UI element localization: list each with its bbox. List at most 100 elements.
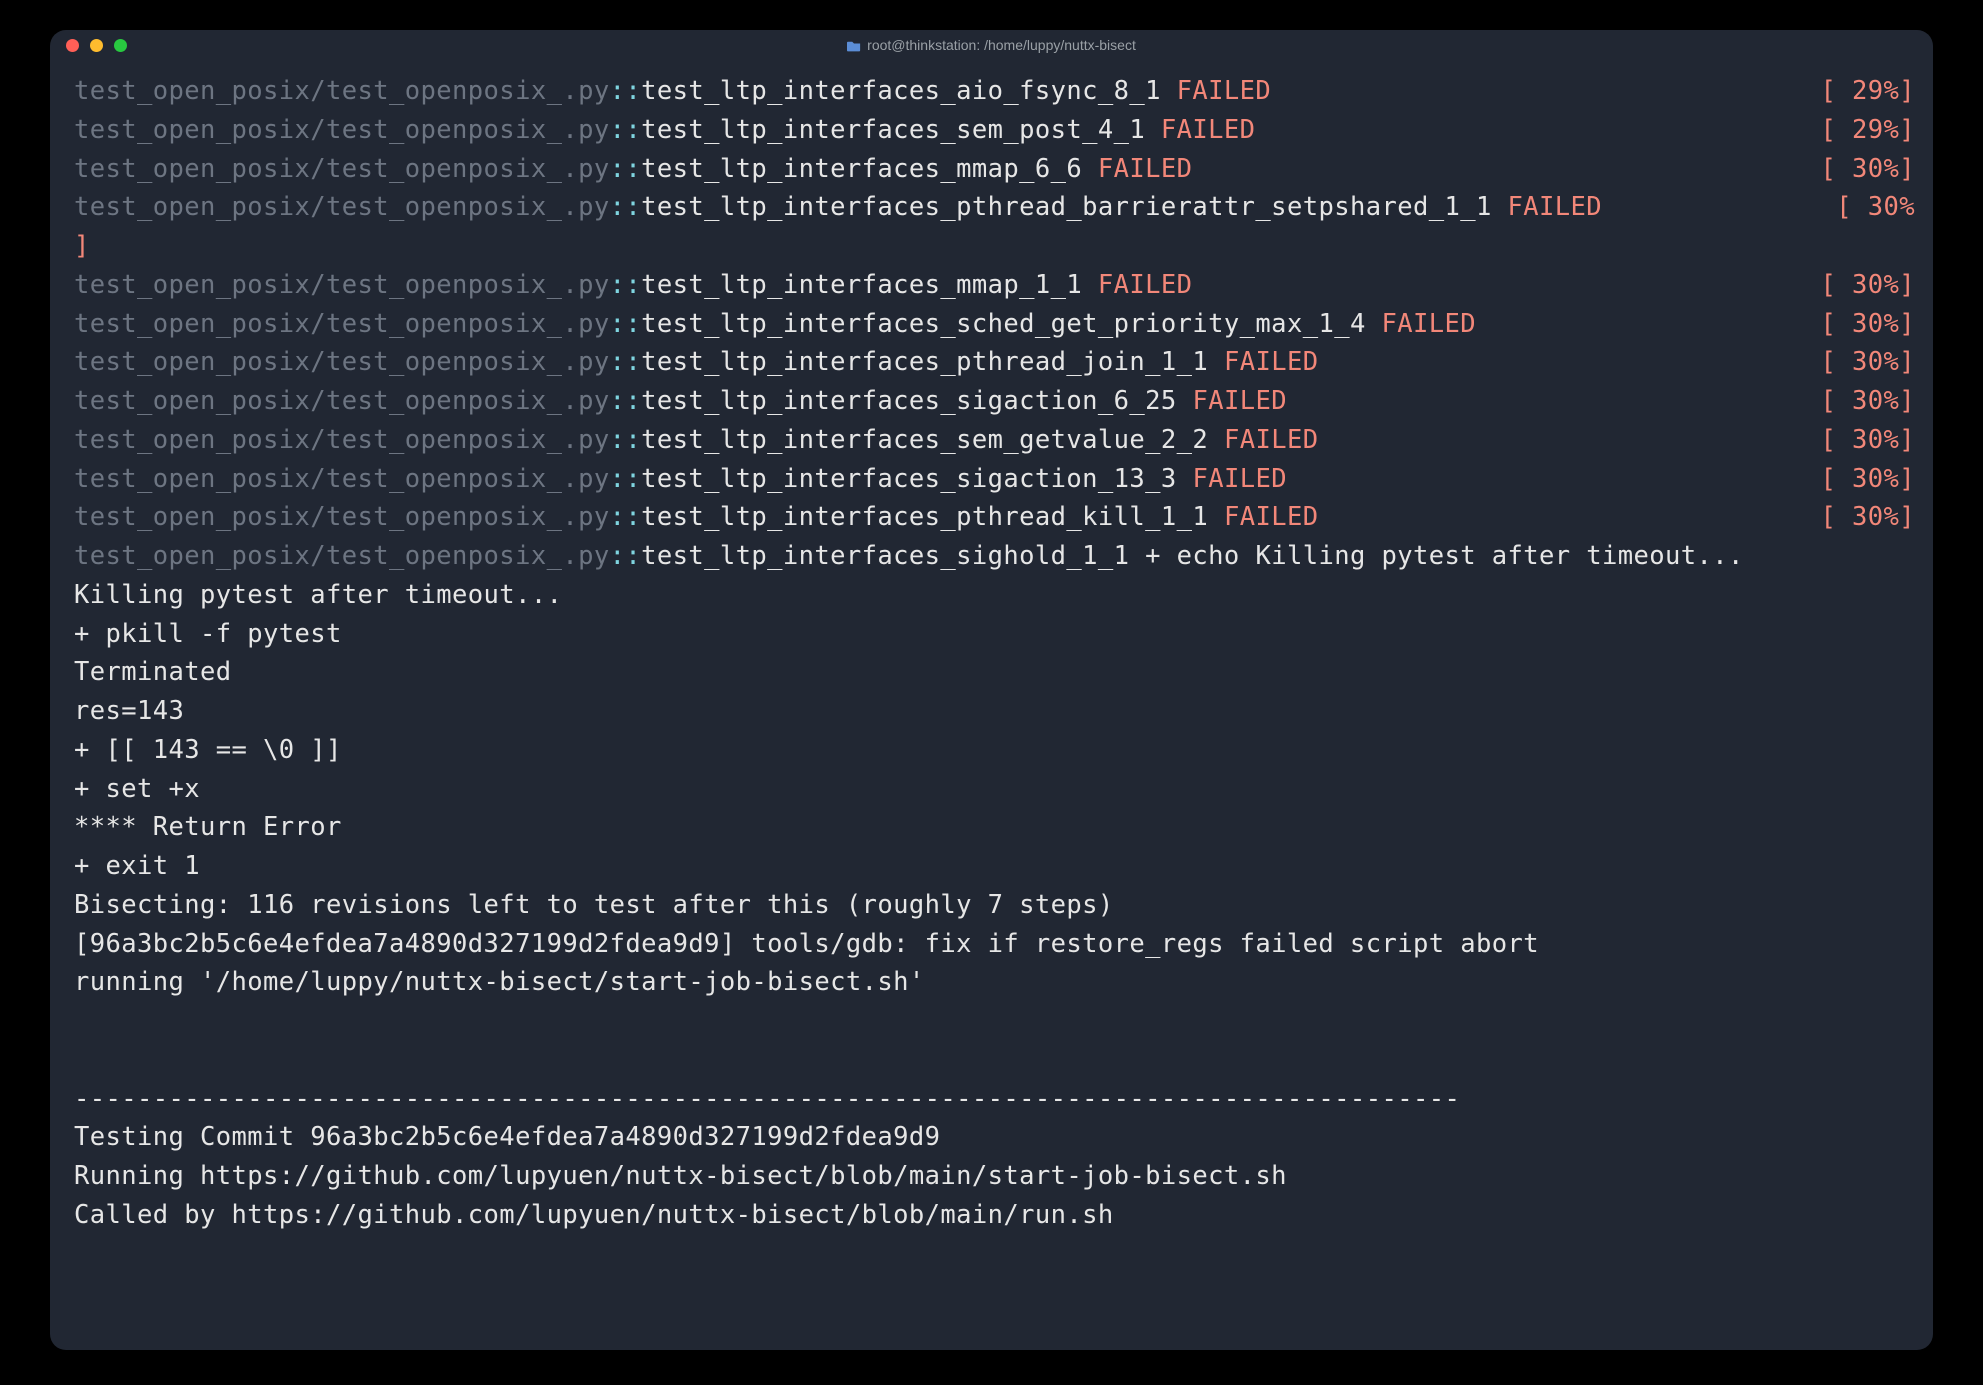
- test-left: test_open_posix/test_openposix_.py::test…: [74, 188, 1824, 227]
- test-percent: [ 30%]: [1808, 266, 1915, 305]
- terminal-line: Bisecting: 116 revisions left to test af…: [74, 886, 1915, 925]
- test-separator: ::: [610, 309, 642, 339]
- terminal-line: Called by https://github.com/lupyuen/nut…: [74, 1196, 1915, 1235]
- test-status: FAILED: [1224, 347, 1319, 377]
- test-status: FAILED: [1098, 154, 1193, 184]
- titlebar: root@thinkstation: /home/luppy/nuttx-bis…: [50, 30, 1933, 60]
- terminal-line: ----------------------------------------…: [74, 1080, 1915, 1119]
- terminal-line: + [[ 143 == \0 ]]: [74, 731, 1915, 770]
- test-file: test_open_posix/test_openposix_.py: [74, 115, 610, 145]
- terminal-line: + set +x: [74, 770, 1915, 809]
- test-percent: [ 30%]: [1808, 498, 1915, 537]
- test-result-line: test_open_posix/test_openposix_.py::test…: [74, 72, 1915, 111]
- test-name: test_ltp_interfaces_sem_post_4_1: [641, 115, 1161, 145]
- test-file: test_open_posix/test_openposix_.py: [74, 502, 610, 532]
- test-name: test_ltp_interfaces_sched_get_priority_m…: [641, 309, 1381, 339]
- test-left: test_open_posix/test_openposix_.py::test…: [74, 498, 1808, 537]
- test-file: test_open_posix/test_openposix_.py: [74, 347, 610, 377]
- test-status: FAILED: [1192, 464, 1287, 494]
- test-separator: ::: [610, 502, 642, 532]
- test-percent: [ 30%]: [1808, 421, 1915, 460]
- shell-echo: + echo Killing pytest after timeout...: [1129, 541, 1743, 571]
- test-status: FAILED: [1161, 115, 1256, 145]
- test-name: test_ltp_interfaces_mmap_1_1: [641, 270, 1098, 300]
- test-name: test_ltp_interfaces_pthread_join_1_1: [641, 347, 1224, 377]
- test-percent: [ 30%]: [1808, 460, 1915, 499]
- test-result-wrap: ]: [74, 227, 1915, 266]
- test-left: test_open_posix/test_openposix_.py::test…: [74, 343, 1808, 382]
- test-left: test_open_posix/test_openposix_.py::test…: [74, 111, 1808, 150]
- test-percent-bracket: ]: [74, 231, 90, 261]
- terminal-line: Killing pytest after timeout...: [74, 576, 1915, 615]
- window-title-text: root@thinkstation: /home/luppy/nuttx-bis…: [867, 37, 1136, 53]
- test-file: test_open_posix/test_openposix_.py: [74, 309, 610, 339]
- minimize-icon[interactable]: [90, 39, 103, 52]
- window-title: root@thinkstation: /home/luppy/nuttx-bis…: [50, 37, 1933, 53]
- test-name: test_ltp_interfaces_pthread_barrierattr_…: [641, 192, 1507, 222]
- test-name: test_ltp_interfaces_sigaction_6_25: [641, 386, 1192, 416]
- close-icon[interactable]: [66, 39, 79, 52]
- test-running-line: test_open_posix/test_openposix_.py::test…: [74, 537, 1915, 576]
- test-left: test_open_posix/test_openposix_.py::test…: [74, 305, 1808, 344]
- test-file: test_open_posix/test_openposix_.py: [74, 192, 610, 222]
- zoom-icon[interactable]: [114, 39, 127, 52]
- test-left: test_open_posix/test_openposix_.py::test…: [74, 72, 1808, 111]
- test-status: FAILED: [1224, 502, 1319, 532]
- terminal-line: [74, 1041, 1915, 1080]
- test-name: test_ltp_interfaces_pthread_kill_1_1: [641, 502, 1224, 532]
- terminal-output[interactable]: test_open_posix/test_openposix_.py::test…: [50, 60, 1933, 1350]
- terminal-line: Running https://github.com/lupyuen/nuttx…: [74, 1157, 1915, 1196]
- test-separator: ::: [610, 154, 642, 184]
- test-result-line: test_open_posix/test_openposix_.py::test…: [74, 305, 1915, 344]
- test-separator: ::: [610, 386, 642, 416]
- terminal-line: Testing Commit 96a3bc2b5c6e4efdea7a4890d…: [74, 1118, 1915, 1157]
- terminal-line: + exit 1: [74, 847, 1915, 886]
- test-left: test_open_posix/test_openposix_.py::test…: [74, 382, 1808, 421]
- terminal-line: **** Return Error: [74, 808, 1915, 847]
- test-percent: [ 30%]: [1808, 382, 1915, 421]
- test-left: test_open_posix/test_openposix_.py::test…: [74, 421, 1808, 460]
- test-left: test_open_posix/test_openposix_.py::test…: [74, 266, 1808, 305]
- test-file: test_open_posix/test_openposix_.py: [74, 425, 610, 455]
- test-result-line: test_open_posix/test_openposix_.py::test…: [74, 421, 1915, 460]
- window-controls: [66, 39, 127, 52]
- test-result-line: test_open_posix/test_openposix_.py::test…: [74, 460, 1915, 499]
- test-result-line: test_open_posix/test_openposix_.py::test…: [74, 498, 1915, 537]
- test-left: test_open_posix/test_openposix_.py::test…: [74, 460, 1808, 499]
- test-status: FAILED: [1177, 76, 1272, 106]
- test-result-line: test_open_posix/test_openposix_.py::test…: [74, 343, 1915, 382]
- test-result-line: test_open_posix/test_openposix_.py::test…: [74, 266, 1915, 305]
- test-separator: ::: [610, 464, 642, 494]
- test-percent: [ 30%]: [1808, 343, 1915, 382]
- test-file: test_open_posix/test_openposix_.py: [74, 464, 610, 494]
- test-status: FAILED: [1098, 270, 1193, 300]
- test-separator: ::: [610, 270, 642, 300]
- test-percent: [ 29%]: [1808, 111, 1915, 150]
- folder-icon: [847, 39, 861, 51]
- test-name: test_ltp_interfaces_sigaction_13_3: [641, 464, 1192, 494]
- test-result-line: test_open_posix/test_openposix_.py::test…: [74, 111, 1915, 150]
- terminal-line: running '/home/luppy/nuttx-bisect/start-…: [74, 963, 1915, 1002]
- test-name: test_ltp_interfaces_mmap_6_6: [641, 154, 1098, 184]
- test-file: test_open_posix/test_openposix_.py: [74, 154, 610, 184]
- test-name: test_ltp_interfaces_sighold_1_1: [641, 541, 1129, 571]
- test-separator: ::: [610, 192, 642, 222]
- test-status: FAILED: [1381, 309, 1476, 339]
- test-percent: [ 30%]: [1808, 150, 1915, 189]
- test-status: FAILED: [1224, 425, 1319, 455]
- terminal-line: + pkill -f pytest: [74, 615, 1915, 654]
- test-separator: ::: [610, 425, 642, 455]
- test-left: test_open_posix/test_openposix_.py::test…: [74, 150, 1808, 189]
- test-file: test_open_posix/test_openposix_.py: [74, 386, 610, 416]
- test-percent: [ 30%]: [1808, 305, 1915, 344]
- terminal-line: [74, 1002, 1915, 1041]
- terminal-line: Terminated: [74, 653, 1915, 692]
- test-result-line: test_open_posix/test_openposix_.py::test…: [74, 150, 1915, 189]
- terminal-line: [96a3bc2b5c6e4efdea7a4890d327199d2fdea9d…: [74, 925, 1915, 964]
- test-file: test_open_posix/test_openposix_.py: [74, 270, 610, 300]
- test-separator: ::: [610, 115, 642, 145]
- test-percent-head: [ 30%: [1824, 188, 1915, 227]
- test-separator: ::: [610, 76, 642, 106]
- test-separator: ::: [610, 347, 642, 377]
- test-name: test_ltp_interfaces_aio_fsync_8_1: [641, 76, 1177, 106]
